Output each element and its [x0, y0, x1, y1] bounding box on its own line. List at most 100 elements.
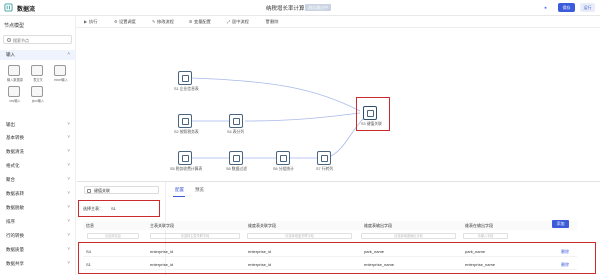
selected-node-highlight — [356, 97, 390, 131]
flow-node-s2[interactable] — [178, 114, 192, 128]
column-header: 维度表关联字段 — [248, 223, 276, 228]
flow-node-label: S1 企业信息表 — [174, 87, 199, 91]
chevron-down-icon: ˅ — [67, 148, 70, 153]
chevron-down-icon: ˅ — [67, 246, 70, 251]
flow-canvas[interactable]: S1 企业信息表 S2 按照税务表 S4 表分列 S5 税务收费计算表 S6 数… — [77, 29, 600, 181]
sidebar-section-output[interactable]: 输出 ˅ — [0, 120, 76, 130]
variable-config-button[interactable]: ⊞变量配置 — [189, 19, 211, 25]
sidebar-section-format[interactable]: 格式化 ˅ — [0, 161, 76, 171]
section-label: 行的转换 — [6, 233, 24, 238]
node-icon — [87, 188, 91, 193]
split-icon — [233, 118, 240, 125]
save-button[interactable]: 保存 — [558, 3, 575, 12]
flow-node-s1[interactable] — [178, 71, 192, 85]
node-search-input[interactable] — [13, 37, 68, 43]
flow-node-s5[interactable] — [178, 151, 192, 165]
rows-highlight — [78, 242, 596, 274]
node-tile-csv-input[interactable]: csv输入 — [6, 86, 23, 103]
edit-flow-button[interactable]: ✎修改流程 — [152, 19, 174, 25]
json-icon — [31, 86, 43, 97]
delete-button[interactable]: 🗑删除 — [265, 19, 278, 25]
node-name-field[interactable]: 键值关联 — [84, 186, 159, 194]
chevron-down-icon: ˅ — [67, 190, 70, 195]
node-tile-label: json输入 — [31, 99, 45, 103]
column-header: 维度表输出字段 — [364, 223, 392, 228]
status-badge: 测试通过中 — [305, 4, 331, 11]
column-header: 主表关联字段 — [150, 223, 174, 228]
flow-node-label: S6 数据过滤 — [226, 167, 247, 171]
table-icon — [182, 155, 189, 162]
section-label: 输出 — [6, 122, 15, 127]
sidebar-section-input[interactable]: 输入 ˄ — [0, 50, 76, 60]
chevron-down-icon[interactable]: ▼ — [299, 4, 303, 9]
filter-input[interactable]: 请选择信息 — [87, 233, 139, 239]
section-label: 排序 — [6, 219, 15, 224]
schedule-button[interactable]: ⚙设置调度 — [114, 19, 136, 25]
sidebar-section-sort[interactable]: 排序 ˅ — [0, 217, 76, 227]
sidebar-section-row-transform[interactable]: 行的转换 ˅ — [0, 231, 76, 241]
node-tile-label: 表交叉 — [33, 78, 43, 82]
sidebar-section-sharing[interactable]: 数据共享 ˅ — [0, 259, 76, 269]
tab-config[interactable]: 配置 — [175, 187, 184, 193]
filter-input[interactable]: 请选择主表关联字段 — [150, 233, 240, 239]
node-tile-table-cross[interactable]: 表交叉 — [29, 65, 46, 82]
filter-input[interactable]: 请输入字段 — [463, 233, 508, 239]
execute-button[interactable]: ▶ 执行 — [84, 19, 97, 25]
pin-button[interactable]: ★ — [541, 3, 550, 12]
excel-icon — [54, 65, 66, 76]
bar-chart-icon — [280, 155, 287, 162]
chevron-down-icon: ˅ — [67, 232, 70, 237]
flow-node-s6-group[interactable] — [276, 151, 290, 165]
section-label: 数据表转 — [6, 191, 24, 196]
sidebar-section-cleaning[interactable]: 数据清洗 ˅ — [0, 147, 76, 157]
node-tile-json-input[interactable]: json输入 — [29, 86, 46, 103]
table-icon — [182, 118, 189, 125]
section-label: 数据清洗 — [6, 149, 24, 154]
section-label: 聚合 — [6, 177, 15, 182]
chevron-down-icon: ˅ — [67, 260, 70, 265]
chevron-down-icon: ˅ — [67, 134, 70, 139]
sidebar-section-masking[interactable]: 数据脱敏 ˅ — [0, 203, 76, 213]
dataflow-logo-icon — [4, 3, 13, 12]
filter-input[interactable]: 请选择维度关联字段 — [247, 233, 352, 239]
section-label: 基本转换 — [6, 135, 24, 140]
table-header: 信息 主表关联字段 维度表关联字段 维度表输出字段 维表在输出字段 — [83, 221, 577, 230]
chevron-down-icon: ˅ — [67, 218, 70, 223]
chevron-down-icon: ˅ — [67, 176, 70, 181]
add-row-button[interactable]: 添加 — [552, 220, 569, 228]
canvas-toolbar: ▶ 执行 ⚙设置调度 ✎修改流程 ⊞变量配置 ⤢ 居中流程 🗑删除 — [76, 16, 600, 28]
chevron-down-icon: ˅ — [67, 121, 70, 126]
node-tile-excel-input[interactable]: excel输入 — [52, 65, 69, 82]
sidebar-section-quality[interactable]: 数据质量 ˅ — [0, 245, 76, 255]
top-bar: 数据流 纳税增长率计算 ▼ 测试通过中 ★ 保存 运行 — [0, 0, 600, 16]
filter-input[interactable]: 请选择维度输出字段 — [361, 233, 456, 239]
node-search[interactable] — [3, 35, 72, 44]
flow-node-s4[interactable] — [229, 114, 243, 128]
column-header: 信息 — [86, 223, 94, 228]
toolbar-label: 执行 — [89, 19, 98, 24]
node-tile-input-source[interactable]: 输入数据源 — [6, 65, 23, 82]
run-button[interactable]: 运行 — [580, 3, 595, 12]
section-label: 格式化 — [6, 163, 20, 168]
section-label: 数据共享 — [6, 261, 24, 266]
tab-preview[interactable]: 预览 — [195, 187, 204, 193]
main-table-highlight — [78, 200, 160, 217]
column-header: 维表在输出字段 — [465, 223, 493, 228]
sidebar-section-aggregate[interactable]: 聚合 ˅ — [0, 175, 76, 185]
toolbar-label: 居中流程 — [232, 19, 249, 24]
table-icon — [182, 75, 189, 82]
flow-node-s6-filter[interactable] — [229, 151, 243, 165]
flow-node-s7[interactable] — [317, 151, 331, 165]
node-tile-label: csv输入 — [9, 99, 21, 103]
chevron-up-icon: ˄ — [67, 51, 70, 56]
flow-node-label: S2 按照税务表 — [174, 130, 199, 134]
filter-icon — [233, 155, 240, 162]
csv-icon — [8, 86, 20, 97]
flow-node-label: S5 税务收费计算表 — [170, 167, 203, 171]
center-flow-button[interactable]: ⤢ 居中流程 — [227, 19, 249, 25]
sidebar-section-basic[interactable]: 基本转换 ˅ — [0, 133, 76, 143]
toolbar-label: 删除 — [270, 19, 279, 24]
node-tile-label: excel输入 — [54, 78, 68, 82]
node-sidebar: 节点模型 输入 ˄ 输入数据源 表交叉 excel输入 csv输入 json输入… — [0, 16, 76, 275]
sidebar-section-table-transform[interactable]: 数据表转 ˅ — [0, 189, 76, 199]
